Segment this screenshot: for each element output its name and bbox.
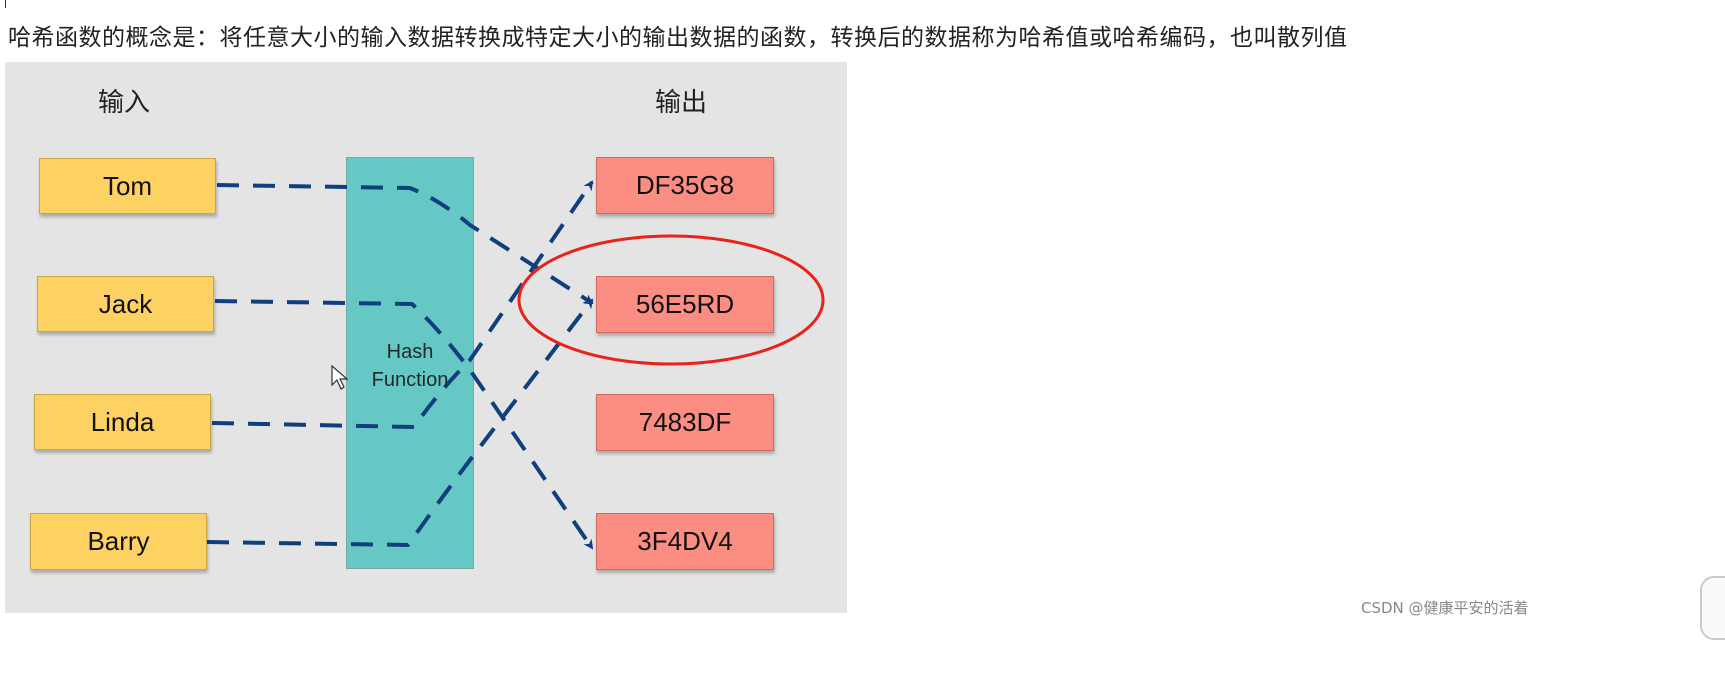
hash-label-line-1: Hash: [386, 341, 434, 363]
input-box-barry: Barry: [30, 513, 207, 570]
output-box-DF35G8: DF35G8: [596, 157, 774, 214]
side-widget[interactable]: [1700, 576, 1725, 640]
output-box-3F4DV4: 3F4DV4: [596, 513, 774, 570]
input-box-jack: Jack: [37, 276, 214, 332]
link-tom-to-56E5RD: [216, 183, 594, 305]
output-box-7483DF: 7483DF: [596, 394, 774, 451]
input-box-tom: Tom: [39, 158, 216, 214]
hash-function-label: Hash Function: [350, 338, 470, 394]
input-box-linda: Linda: [34, 394, 211, 450]
mouse-cursor-icon: [331, 365, 349, 390]
output-box-56E5RD: 56E5RD: [596, 276, 774, 333]
mapping-links: [206, 180, 825, 550]
watermark: CSDN @健康平安的活着: [1361, 599, 1529, 617]
hash-label-line-2: Function: [371, 369, 449, 391]
